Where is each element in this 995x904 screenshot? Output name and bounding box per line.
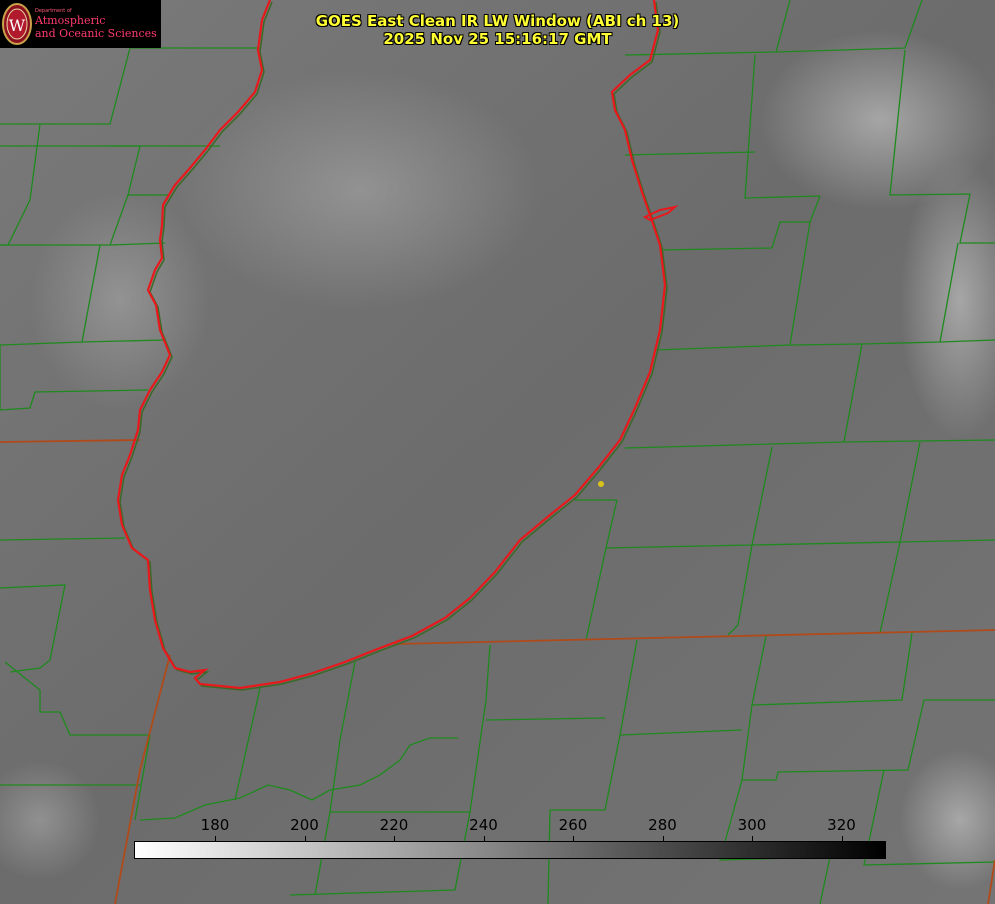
colorbar-tick-label: 240 [469, 816, 498, 834]
colorbar-tick-label: 320 [827, 816, 856, 834]
location-marker [598, 481, 604, 487]
cloud-patch [180, 70, 540, 310]
colorbar-tick-label: 220 [379, 816, 409, 834]
colorbar [134, 841, 886, 859]
colorbar-tick-label: 300 [737, 816, 767, 834]
image-timestamp: 2025 Nov 25 15:16:17 GMT [383, 30, 612, 48]
image-title: GOES East Clean IR LW Window (ABI ch 13) [315, 12, 680, 30]
colorbar-tick-label: 200 [290, 816, 319, 834]
colorbar-tick-label: 180 [200, 816, 230, 834]
colorbar-tick-label: 260 [558, 816, 588, 834]
colorbar-tick-label: 280 [648, 816, 677, 834]
satellite-ir-map [0, 0, 995, 904]
cloud-patch [30, 190, 210, 410]
